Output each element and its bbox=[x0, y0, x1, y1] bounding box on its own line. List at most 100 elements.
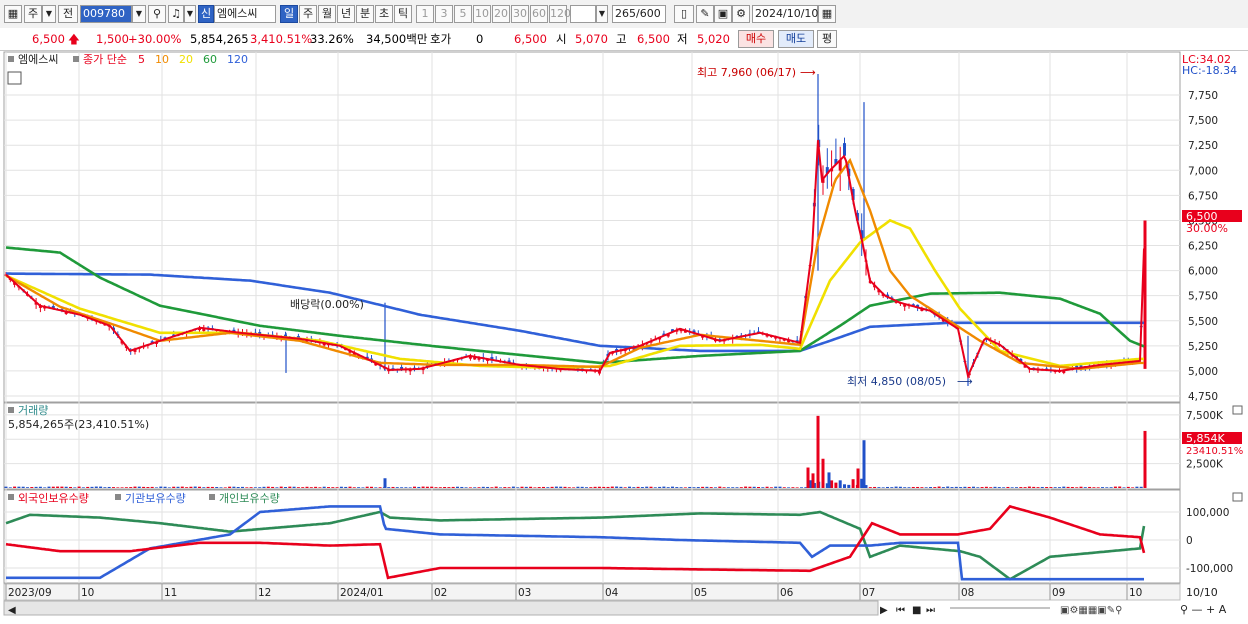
volume-bar bbox=[851, 479, 855, 488]
tab-6[interactable]: 틱 bbox=[394, 5, 412, 23]
stock-code-input[interactable]: 009780 bbox=[80, 5, 132, 23]
stop-icon[interactable]: ■ bbox=[912, 605, 921, 616]
volume-bar bbox=[1088, 486, 1092, 488]
tab-4[interactable]: 분 bbox=[356, 5, 374, 23]
volume-bar bbox=[559, 486, 563, 488]
volume-bar bbox=[1131, 487, 1135, 488]
volume-bar bbox=[718, 486, 722, 488]
scroll-right-icon[interactable]: ▶ bbox=[880, 605, 888, 616]
volume-bar bbox=[292, 486, 296, 488]
save-icon[interactable]: ▣ bbox=[714, 5, 732, 23]
scroll-left-icon[interactable]: ◀ bbox=[8, 605, 16, 616]
volume-bar bbox=[395, 487, 399, 488]
candle-type-icon[interactable]: ▯ bbox=[674, 5, 694, 23]
volume-bar bbox=[284, 487, 287, 488]
panel-close-icon[interactable] bbox=[1232, 492, 1243, 502]
low-annotation: 최저 4,850 (08/05) bbox=[847, 375, 946, 388]
sound-icon[interactable]: ♫ bbox=[168, 5, 184, 23]
volume-bar bbox=[662, 486, 666, 488]
volume-bar bbox=[21, 486, 25, 488]
search-icon[interactable]: ⚲ bbox=[148, 5, 166, 23]
calculator-icon[interactable] bbox=[7, 71, 22, 85]
date-field[interactable]: 2024/10/10 bbox=[752, 5, 818, 23]
volume-bar bbox=[94, 486, 98, 488]
tab-1[interactable]: 주 bbox=[299, 5, 317, 23]
scroll-prev-icon[interactable]: ⏮ bbox=[896, 605, 905, 616]
window-menu-icon[interactable]: ▦ bbox=[4, 5, 22, 23]
volume-bar bbox=[675, 487, 679, 488]
volume-bar bbox=[1109, 487, 1113, 488]
holdings-legend: 외국인보유수량 기관보유수량 개인보유수량 bbox=[8, 492, 280, 505]
calendar-icon[interactable]: ▦ bbox=[818, 5, 836, 23]
horizontal-scrollbar[interactable] bbox=[3, 600, 879, 616]
volume-bar bbox=[142, 486, 146, 488]
buy-button[interactable]: 매수 bbox=[738, 30, 774, 48]
chart-tools-icons[interactable]: ▣⚙▦▦▣✎⚲ bbox=[1060, 605, 1122, 616]
range-button-30[interactable]: 30 bbox=[511, 5, 529, 23]
volume-bar bbox=[275, 487, 279, 488]
range-button-20[interactable]: 20 bbox=[492, 5, 510, 23]
count-field[interactable]: 265/600 bbox=[612, 5, 666, 23]
volume-bar bbox=[959, 487, 963, 488]
volume-bar bbox=[653, 487, 657, 488]
volume-bar bbox=[1040, 486, 1044, 488]
range-button-1[interactable]: 1 bbox=[416, 5, 434, 23]
volume-bar bbox=[266, 486, 270, 488]
chart-toolbar: ▦ 주 ▼ 전 009780 ▼ ⚲ ♫ ▼ 신 엠에스씨 일주월년분초틱 13… bbox=[0, 0, 1248, 29]
sell-button[interactable]: 매도 bbox=[778, 30, 814, 48]
volume-bar bbox=[34, 486, 38, 488]
volume-bar bbox=[1122, 487, 1126, 488]
zoom-controls-icon[interactable]: ⚲ — + A bbox=[1180, 603, 1227, 616]
volume-bar bbox=[361, 487, 365, 488]
volume-bar bbox=[554, 486, 558, 488]
tab-0[interactable]: 일 bbox=[280, 5, 298, 23]
scroll-next-icon[interactable]: ⏭ bbox=[926, 605, 935, 616]
volume-bar bbox=[494, 486, 498, 488]
panel-close-icon[interactable] bbox=[1232, 405, 1243, 415]
x-axis-label: 11 bbox=[164, 587, 177, 599]
volume-bar bbox=[873, 486, 877, 488]
settings-gear-icon[interactable]: ⚙ bbox=[732, 5, 750, 23]
range-button-10[interactable]: 10 bbox=[473, 5, 491, 23]
period-dropdown-icon[interactable]: ▼ bbox=[42, 5, 56, 23]
volume-bar-peak bbox=[1143, 430, 1147, 488]
tab-2[interactable]: 월 bbox=[318, 5, 336, 23]
unit-select[interactable] bbox=[570, 5, 596, 23]
volume-bar bbox=[425, 486, 429, 488]
sound-dropdown-icon[interactable]: ▼ bbox=[184, 5, 196, 23]
volume-bar bbox=[761, 487, 765, 488]
volume-bar bbox=[408, 487, 412, 488]
range-button-5[interactable]: 5 bbox=[454, 5, 472, 23]
range-button-120[interactable]: 120 bbox=[549, 5, 571, 23]
volume-bar bbox=[331, 487, 335, 488]
stock-code-dropdown-icon[interactable]: ▼ bbox=[132, 5, 146, 23]
volume-bar bbox=[1105, 487, 1109, 488]
stock-chart-svg[interactable]: 7,7507,5007,2507,0006,7506,5006,2506,000… bbox=[0, 51, 1248, 621]
tab-5[interactable]: 초 bbox=[375, 5, 393, 23]
volume-bar bbox=[597, 486, 601, 488]
volume-bar bbox=[296, 487, 300, 488]
volume-bar bbox=[43, 487, 47, 488]
volume-bar bbox=[305, 486, 309, 488]
tab-3[interactable]: 년 bbox=[337, 5, 355, 23]
volume-bar bbox=[172, 486, 176, 488]
volume-bar-peak bbox=[856, 468, 860, 488]
unit-dropdown-icon[interactable]: ▼ bbox=[596, 5, 608, 23]
volume-bar bbox=[787, 487, 791, 488]
chart-area[interactable]: 7,7507,5007,2507,0006,7506,5006,2506,000… bbox=[0, 51, 1248, 621]
x-axis-label: 06 bbox=[780, 587, 794, 599]
drawing-tool-icon[interactable]: ✎ bbox=[696, 5, 714, 23]
prev-button[interactable]: 전 bbox=[58, 5, 78, 23]
range-button-3[interactable]: 3 bbox=[435, 5, 453, 23]
x-axis-label: 03 bbox=[518, 587, 531, 599]
volume-bar bbox=[585, 487, 588, 488]
volume-bar bbox=[404, 487, 408, 488]
stock-name-field[interactable]: 엠에스씨 bbox=[214, 5, 276, 23]
volume-bar bbox=[146, 487, 150, 488]
volume-bar bbox=[64, 486, 68, 488]
period-selector[interactable]: 주 bbox=[24, 5, 42, 23]
volume-bar bbox=[847, 484, 851, 488]
range-button-60[interactable]: 60 bbox=[530, 5, 548, 23]
ma-legend-20: 20 bbox=[179, 53, 193, 66]
eval-button[interactable]: 평 bbox=[817, 30, 837, 48]
